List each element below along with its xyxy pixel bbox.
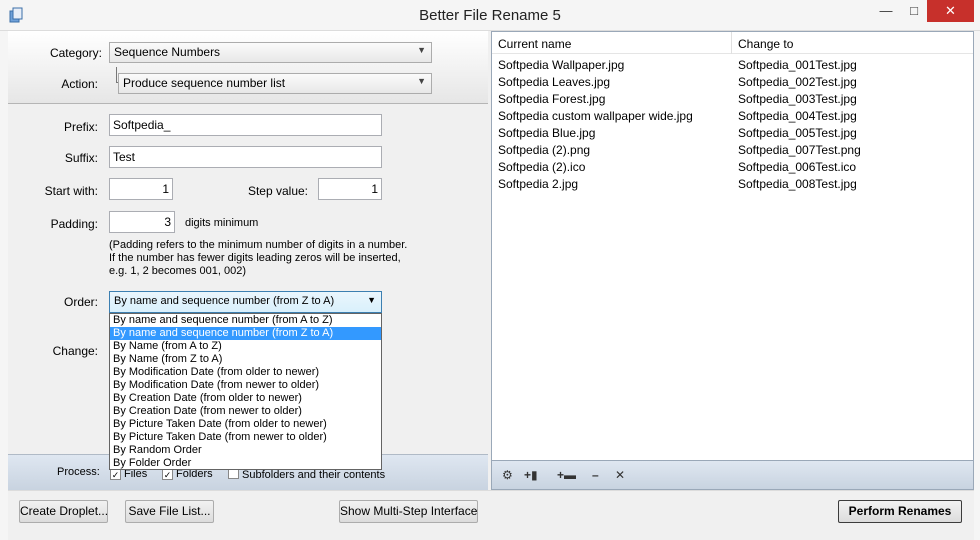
start-with-label: Start with: (44, 184, 98, 198)
add-file-icon[interactable]: +▮ (524, 468, 538, 482)
current-name-cell: Softpedia Forest.jpg (498, 92, 606, 106)
process-label: Process: (57, 466, 100, 478)
category-select[interactable]: Sequence Numbers ▼ (109, 42, 432, 63)
action-select[interactable]: Produce sequence number list ▼ (118, 73, 432, 94)
window-title: Better File Rename 5 (419, 7, 561, 24)
order-option[interactable]: By Modification Date (from older to newe… (110, 366, 381, 379)
order-option[interactable]: By Picture Taken Date (from older to new… (110, 418, 381, 431)
column-divider[interactable] (731, 32, 732, 54)
prefix-label: Prefix: (63, 120, 98, 134)
perform-renames-button[interactable]: Perform Renames (838, 500, 962, 523)
current-name-cell: Softpedia (2).ico (498, 160, 586, 174)
change-to-cell: Softpedia_006Test.ico (738, 160, 857, 174)
padding-unit: digits minimum (185, 217, 259, 229)
order-option[interactable]: By name and sequence number (from A to Z… (110, 314, 381, 327)
save-file-list-button[interactable]: Save File List... (125, 500, 214, 523)
padding-input[interactable]: 3 (109, 211, 175, 233)
step-value-label: Step value: (247, 184, 308, 198)
chevron-down-icon: ▼ (417, 76, 426, 86)
subfolders-label: Subfolders and their contents (242, 469, 386, 481)
order-option[interactable]: By Name (from Z to A) (110, 353, 381, 366)
current-name-cell: Softpedia custom wallpaper wide.jpg (498, 109, 693, 123)
start-with-input[interactable]: 1 (109, 178, 173, 200)
order-option[interactable]: By name and sequence number (from Z to A… (110, 327, 381, 340)
change-to-cell: Softpedia_004Test.jpg (738, 109, 857, 123)
suffix-input[interactable]: Test (109, 146, 382, 168)
chevron-down-icon: ▼ (417, 45, 426, 55)
table-row[interactable]: Softpedia 2.jpg Softpedia_008Test.jpg (492, 176, 973, 193)
change-to-cell: Softpedia_002Test.jpg (738, 75, 857, 89)
prefix-input[interactable]: Softpedia_ (109, 114, 382, 136)
order-value: By name and sequence number (from Z to A… (114, 295, 335, 307)
current-name-cell: Softpedia Blue.jpg (498, 126, 596, 140)
change-to-cell: Softpedia_003Test.jpg (738, 92, 857, 106)
show-multi-step-button[interactable]: Show Multi-Step Interface (339, 500, 478, 523)
checkmark-icon: ✓ (162, 469, 173, 480)
change-to-cell: Softpedia_007Test.png (738, 143, 861, 157)
table-row[interactable]: Softpedia (2).ico Softpedia_006Test.ico (492, 159, 973, 176)
current-name-cell: Softpedia Leaves.jpg (498, 75, 611, 89)
file-list-header: Current name Change to (492, 32, 973, 54)
category-label: Category: (49, 46, 102, 60)
minimize-button[interactable]: — (871, 0, 901, 22)
file-list[interactable]: Current name Change to Softpedia Wallpap… (491, 31, 974, 461)
padding-label: Padding: (50, 217, 98, 231)
clear-icon[interactable]: ✕ (615, 468, 625, 482)
table-row[interactable]: Softpedia Blue.jpg Softpedia_005Test.jpg (492, 125, 973, 142)
order-option[interactable]: By Picture Taken Date (from newer to old… (110, 431, 381, 444)
table-row[interactable]: Softpedia Wallpaper.jpg Softpedia_001Tes… (492, 57, 973, 74)
change-to-cell: Softpedia_001Test.jpg (738, 58, 857, 72)
current-name-cell: Softpedia 2.jpg (498, 177, 579, 191)
current-name-cell: Softpedia Wallpaper.jpg (498, 58, 625, 72)
suffix-label: Suffix: (64, 151, 98, 165)
gear-icon[interactable]: ⚙ (502, 468, 513, 482)
change-label: Change: (52, 344, 98, 358)
maximize-button[interactable]: □ (901, 0, 927, 22)
remove-icon[interactable]: – (592, 468, 599, 482)
order-option[interactable]: By Modification Date (from newer to olde… (110, 379, 381, 392)
order-option[interactable]: By Folder Order (110, 457, 381, 470)
action-label: Action: (61, 77, 98, 91)
step-value-input[interactable]: 1 (318, 178, 382, 200)
column-change-to[interactable]: Change to (738, 37, 793, 51)
chevron-down-icon: ▼ (367, 295, 376, 305)
title-bar: Better File Rename 5 — □ ✕ (0, 0, 980, 31)
order-select[interactable]: By name and sequence number (from Z to A… (109, 291, 382, 313)
create-droplet-button[interactable]: Create Droplet... (19, 500, 108, 523)
change-to-cell: Softpedia_005Test.jpg (738, 126, 857, 140)
table-row[interactable]: Softpedia Forest.jpg Softpedia_003Test.j… (492, 91, 973, 108)
column-current-name[interactable]: Current name (498, 37, 571, 51)
category-value: Sequence Numbers (114, 45, 221, 59)
close-button[interactable]: ✕ (927, 0, 974, 22)
order-option[interactable]: By Random Order (110, 444, 381, 457)
checkmark-icon: ✓ (110, 469, 121, 480)
file-list-toolbar: ⚙ +▮ +▬ – ✕ (491, 461, 974, 490)
table-row[interactable]: Softpedia custom wallpaper wide.jpg Soft… (492, 108, 973, 125)
order-option[interactable]: By Creation Date (from older to newer) (110, 392, 381, 405)
change-to-cell: Softpedia_008Test.jpg (738, 177, 857, 191)
order-dropdown-list: By name and sequence number (from A to Z… (109, 313, 382, 470)
order-option[interactable]: By Name (from A to Z) (110, 340, 381, 353)
table-row[interactable]: Softpedia Leaves.jpg Softpedia_002Test.j… (492, 74, 973, 91)
table-row[interactable]: Softpedia (2).png Softpedia_007Test.png (492, 142, 973, 159)
order-label: Order: (63, 295, 98, 309)
action-value: Produce sequence number list (123, 76, 286, 90)
add-folder-icon[interactable]: +▬ (557, 468, 576, 482)
padding-note: (Padding refers to the minimum number of… (109, 239, 408, 277)
current-name-cell: Softpedia (2).png (498, 143, 591, 157)
order-option[interactable]: By Creation Date (from newer to older) (110, 405, 381, 418)
